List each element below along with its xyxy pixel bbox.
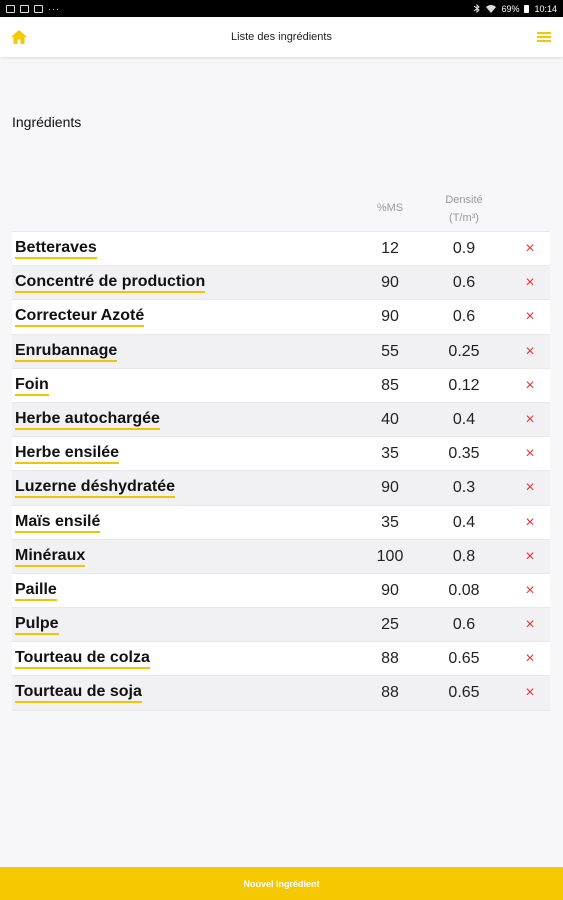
- delete-icon[interactable]: ×: [520, 444, 540, 464]
- column-header-density-label: Densité: [445, 194, 483, 206]
- table-row[interactable]: Pulpe 25 0.6 ×: [12, 608, 550, 643]
- ingredient-ms: 88: [381, 650, 399, 668]
- ingredient-name[interactable]: Paille: [15, 580, 57, 601]
- ingredient-density: 0.08: [448, 581, 480, 599]
- ingredient-name[interactable]: Enrubannage: [15, 341, 118, 362]
- ingredient-ms: 55: [381, 342, 399, 360]
- image-icon: [34, 4, 43, 13]
- ingredient-density: 0.6: [452, 616, 476, 634]
- status-notification-icons: ···: [6, 4, 60, 14]
- ingredient-ms: 90: [381, 274, 399, 292]
- new-ingredient-button[interactable]: Nouvel ingrédient: [0, 867, 563, 900]
- ingredient-density: 0.3: [452, 479, 476, 497]
- table-row[interactable]: Tourteau de colza 88 0.65 ×: [12, 642, 550, 677]
- ingredient-name[interactable]: Tourteau de colza: [15, 649, 150, 670]
- delete-icon[interactable]: ×: [520, 581, 540, 601]
- delete-icon[interactable]: ×: [520, 513, 540, 533]
- status-system-icons: 69% 10:14: [473, 4, 557, 14]
- ingredient-name[interactable]: Correcteur Azoté: [15, 307, 145, 328]
- ingredient-ms: 90: [381, 581, 399, 599]
- ingredient-ms: 90: [381, 479, 399, 497]
- table-row[interactable]: Tourteau de soja 88 0.65 ×: [12, 676, 550, 711]
- home-icon[interactable]: [10, 29, 28, 45]
- ingredient-ms: 25: [381, 616, 399, 634]
- delete-icon[interactable]: ×: [520, 410, 540, 430]
- table-row[interactable]: Herbe ensilée 35 0.35 ×: [12, 437, 550, 472]
- table-row[interactable]: Betteraves 12 0.9 ×: [12, 232, 550, 267]
- section-title: Ingrédients: [12, 114, 82, 130]
- notification-icon: [6, 4, 15, 13]
- status-bar: ··· 69% 10:14: [0, 0, 563, 17]
- battery-icon: [524, 4, 530, 13]
- ingredient-density: 0.25: [448, 342, 480, 360]
- ingredient-density: 0.12: [448, 376, 480, 394]
- delete-icon[interactable]: ×: [520, 273, 540, 293]
- delete-icon[interactable]: ×: [520, 649, 540, 669]
- delete-icon[interactable]: ×: [520, 615, 540, 635]
- delete-icon[interactable]: ×: [520, 547, 540, 567]
- table-row[interactable]: Concentré de production 90 0.6 ×: [12, 266, 550, 301]
- ingredient-name[interactable]: Luzerne déshydratée: [15, 478, 176, 499]
- ingredient-ms: 85: [381, 376, 399, 394]
- ingredient-density: 0.35: [448, 445, 480, 463]
- ingredient-name[interactable]: Maïs ensilé: [15, 512, 101, 533]
- delete-icon[interactable]: ×: [520, 239, 540, 259]
- table-row[interactable]: Enrubannage 55 0.25 ×: [12, 334, 550, 369]
- ingredient-name[interactable]: Concentré de production: [15, 273, 206, 294]
- ingredient-ms: 35: [381, 513, 399, 531]
- delete-icon[interactable]: ×: [520, 478, 540, 498]
- table-row[interactable]: Correcteur Azoté 90 0.6 ×: [12, 300, 550, 335]
- ingredient-name[interactable]: Minéraux: [15, 546, 86, 567]
- page-title: Liste des ingrédients: [231, 31, 332, 43]
- table-row[interactable]: Minéraux 100 0.8 ×: [12, 539, 550, 574]
- ingredient-name[interactable]: Pulpe: [15, 615, 59, 636]
- bluetooth-icon: [474, 4, 481, 13]
- ingredient-ms: 90: [381, 308, 399, 326]
- ingredient-name[interactable]: Tourteau de soja: [15, 683, 142, 704]
- ingredient-density: 0.6: [452, 308, 476, 326]
- delete-icon[interactable]: ×: [520, 307, 540, 327]
- table-row[interactable]: Herbe autochargée 40 0.4 ×: [12, 402, 550, 438]
- table-row[interactable]: Foin 85 0.12 ×: [12, 368, 550, 403]
- app-bar: Liste des ingrédients: [0, 17, 563, 57]
- ingredient-density: 0.65: [448, 650, 480, 668]
- ingredient-ms: 12: [381, 240, 399, 257]
- delete-icon[interactable]: ×: [520, 342, 540, 362]
- delete-icon[interactable]: ×: [520, 376, 540, 396]
- hamburger-menu-icon[interactable]: [536, 30, 552, 44]
- new-ingredient-label: Nouvel ingrédient: [243, 878, 320, 889]
- ingredient-ms: 100: [376, 547, 404, 565]
- wifi-icon: [486, 5, 497, 13]
- ingredient-ms: 88: [381, 684, 399, 702]
- ingredient-density: 0.8: [452, 547, 476, 565]
- clock: 10:14: [534, 3, 557, 14]
- ingredient-name[interactable]: Foin: [15, 375, 49, 396]
- column-header-ms: %MS: [376, 202, 404, 214]
- table-row[interactable]: Luzerne déshydratée 90 0.3 ×: [12, 471, 550, 506]
- ingredient-density: 0.6: [452, 274, 476, 292]
- ingredient-name[interactable]: Herbe ensilée: [15, 444, 120, 465]
- ingredient-ms: 35: [381, 445, 399, 463]
- ingredient-list: Betteraves 12 0.9 × Concentré de production 9…: [12, 232, 550, 711]
- more-notifications-indicator: ···: [48, 3, 60, 14]
- ingredient-ms: 40: [381, 410, 399, 428]
- table-row[interactable]: Paille 90 0.08 ×: [12, 573, 550, 609]
- ingredient-density: 0.4: [452, 513, 476, 531]
- ingredient-density: 0.65: [448, 684, 480, 702]
- ingredient-density: 0.9: [452, 240, 476, 257]
- ingredient-name[interactable]: Herbe autochargée: [15, 409, 160, 430]
- column-header-density-unit: (T/m³): [449, 212, 479, 224]
- screenshot-icon: [20, 4, 29, 13]
- column-header-density: Densité (T/m³): [430, 191, 498, 227]
- table-row[interactable]: Maïs ensilé 35 0.4 ×: [12, 505, 550, 540]
- ingredient-density: 0.4: [452, 410, 476, 428]
- ingredient-name[interactable]: Betteraves: [15, 239, 97, 259]
- table-header: %MS Densité (T/m³): [12, 189, 550, 232]
- battery-percent: 69%: [501, 3, 520, 14]
- delete-icon[interactable]: ×: [520, 683, 540, 703]
